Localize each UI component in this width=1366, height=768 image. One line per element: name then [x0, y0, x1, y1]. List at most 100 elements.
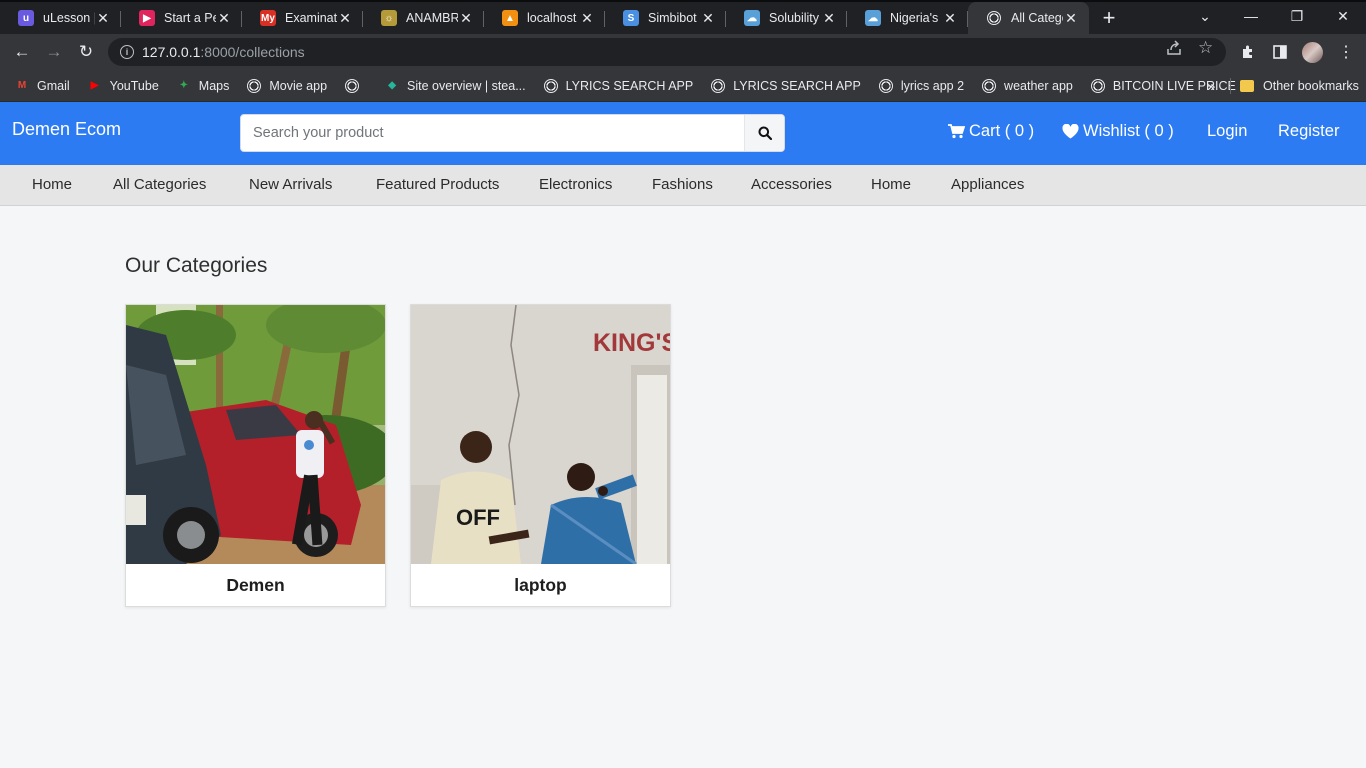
share-icon[interactable]: [1166, 40, 1182, 60]
nav-home-category[interactable]: Home: [871, 176, 911, 193]
bookmark-item[interactable]: weather app: [981, 78, 1073, 94]
bookmark-item[interactable]: ◆ Site overview | stea...: [384, 78, 526, 94]
nav-appliances[interactable]: Appliances: [951, 176, 1024, 193]
bookmark-star-icon[interactable]: ☆: [1198, 38, 1213, 58]
close-window-button[interactable]: ✕: [1320, 2, 1366, 30]
tab-favicon-icon: ☁: [865, 10, 881, 26]
category-nav: Home All Categories New Arrivals Feature…: [0, 165, 1366, 206]
globe-icon: [878, 78, 894, 94]
category-name[interactable]: Demen: [126, 575, 385, 596]
browser-tab[interactable]: My Examinatio✕: [242, 2, 363, 34]
tab-title: Solubility v: [769, 11, 821, 25]
tab-search-icon[interactable]: ⌄: [1182, 2, 1228, 30]
browser-tab[interactable]: S Simbibot - ✕: [605, 2, 726, 34]
bookmark-label: LYRICS SEARCH APP: [733, 78, 861, 93]
category-image-laptop[interactable]: KING'S OFF: [411, 305, 670, 564]
globe-icon: [986, 10, 1002, 26]
bookmark-label: Site overview | stea...: [407, 78, 526, 93]
new-tab-button[interactable]: +: [1089, 2, 1129, 34]
browser-tab[interactable]: All Catego ✕: [968, 2, 1089, 34]
close-tab-icon[interactable]: ✕: [579, 10, 595, 27]
wishlist-link[interactable]: Wishlist ( 0 ): [1062, 122, 1174, 141]
globe-icon: [344, 78, 360, 94]
wishlist-label: Wishlist ( 0 ): [1083, 122, 1174, 140]
browser-tab[interactable]: ☼ ANAMBRA✕: [363, 2, 484, 34]
category-card-laptop[interactable]: KING'S OFF laptop: [410, 304, 671, 607]
close-tab-icon[interactable]: ✕: [458, 10, 474, 27]
close-tab-icon[interactable]: ✕: [942, 10, 958, 27]
reload-button[interactable]: ↻: [72, 38, 100, 66]
nav-home[interactable]: Home: [32, 176, 72, 193]
nav-accessories[interactable]: Accessories: [751, 176, 832, 193]
bookmark-item[interactable]: [344, 78, 367, 94]
tab-title: Simbibot -: [648, 11, 700, 25]
maps-icon: ✦: [179, 80, 188, 91]
login-link[interactable]: Login: [1207, 122, 1247, 141]
close-tab-icon[interactable]: ✕: [700, 10, 716, 27]
profile-avatar[interactable]: [1302, 42, 1323, 63]
globe-icon: [981, 78, 997, 94]
category-name[interactable]: laptop: [411, 575, 670, 596]
minimize-button[interactable]: —: [1228, 2, 1274, 30]
globe-icon: [710, 78, 726, 94]
close-tab-icon[interactable]: ✕: [1063, 10, 1079, 27]
other-bookmarks-label: Other bookmarks: [1263, 79, 1359, 93]
bookmark-item[interactable]: M Gmail: [14, 78, 70, 94]
nav-featured-products[interactable]: Featured Products: [376, 176, 499, 193]
bookmark-label: YouTube: [109, 78, 159, 93]
close-tab-icon[interactable]: ✕: [216, 10, 232, 27]
register-link[interactable]: Register: [1278, 122, 1339, 141]
cart-label: Cart ( 0 ): [969, 122, 1035, 140]
search-bar: [240, 114, 785, 152]
brand-logo[interactable]: Demen Ecom: [12, 119, 121, 140]
url-host: 127.0.0.1: [142, 44, 201, 60]
browser-tab[interactable]: ▶ Start a Pers✕: [121, 2, 242, 34]
search-input[interactable]: [241, 115, 744, 151]
bookmark-label: Maps: [198, 78, 230, 93]
browser-tab[interactable]: ☁ Nigeria's M✕: [847, 2, 968, 34]
bookmark-item[interactable]: Movie app: [246, 78, 327, 94]
tab-title: Nigeria's M: [890, 11, 942, 25]
bookmark-item[interactable]: ✦ Maps: [176, 78, 230, 94]
browser-tab[interactable]: ☁ Solubility v✕: [726, 2, 847, 34]
site-info-icon[interactable]: i: [120, 45, 134, 59]
bookmark-label: LYRICS SEARCH APP: [565, 78, 694, 93]
tab-title: All Catego: [1011, 11, 1063, 25]
close-tab-icon[interactable]: ✕: [821, 10, 837, 27]
bookmarks-overflow-button[interactable]: »: [1207, 70, 1215, 102]
bookmark-label: Movie app: [269, 78, 328, 93]
globe-icon: [1090, 78, 1106, 94]
nav-electronics[interactable]: Electronics: [539, 176, 612, 193]
bookmark-label: BITCOIN LIVE PRICE: [1112, 78, 1236, 93]
forward-button[interactable]: →: [40, 38, 68, 66]
nav-all-categories[interactable]: All Categories: [113, 176, 206, 193]
address-bar[interactable]: i 127.0.0.1:8000/collections: [108, 38, 1226, 66]
bookmark-item[interactable]: ▶ YouTube: [87, 78, 159, 94]
gmail-icon: M: [17, 80, 27, 91]
extensions-icon[interactable]: [1234, 38, 1262, 66]
category-card-demen[interactable]: Demen: [125, 304, 386, 607]
side-panel-icon[interactable]: [1266, 38, 1294, 66]
other-bookmarks-folder[interactable]: Other bookmarks: [1240, 70, 1359, 102]
bookmark-item[interactable]: LYRICS SEARCH APP: [710, 78, 861, 94]
bookmark-item[interactable]: LYRICS SEARCH APP: [543, 78, 694, 94]
bookmark-label: weather app: [1004, 78, 1073, 93]
close-tab-icon[interactable]: ✕: [337, 10, 353, 27]
browser-tab[interactable]: ▲ localhost / ✕: [484, 2, 605, 34]
category-image-demen[interactable]: [126, 305, 385, 564]
nav-new-arrivals[interactable]: New Arrivals: [249, 176, 332, 193]
more-menu-icon[interactable]: ⋮: [1332, 38, 1360, 66]
bookmark-item[interactable]: lyrics app 2: [878, 78, 964, 94]
browser-tab[interactable]: u uLesson | #✕: [0, 2, 121, 34]
cart-link[interactable]: Cart ( 0 ): [948, 122, 1034, 141]
folder-icon: [1240, 80, 1254, 92]
browser-toolbar: ← → ↻ i 127.0.0.1:8000/collections ☆ ⋮: [0, 34, 1366, 70]
tab-favicon-icon: S: [623, 10, 639, 26]
bookmark-label: Gmail: [37, 78, 70, 93]
search-button[interactable]: [744, 115, 784, 151]
restore-button[interactable]: ❐: [1274, 2, 1320, 30]
tab-title: Examinatio: [285, 11, 337, 25]
back-button[interactable]: ←: [8, 38, 36, 66]
close-tab-icon[interactable]: ✕: [95, 10, 111, 27]
nav-fashions[interactable]: Fashions: [652, 176, 713, 193]
